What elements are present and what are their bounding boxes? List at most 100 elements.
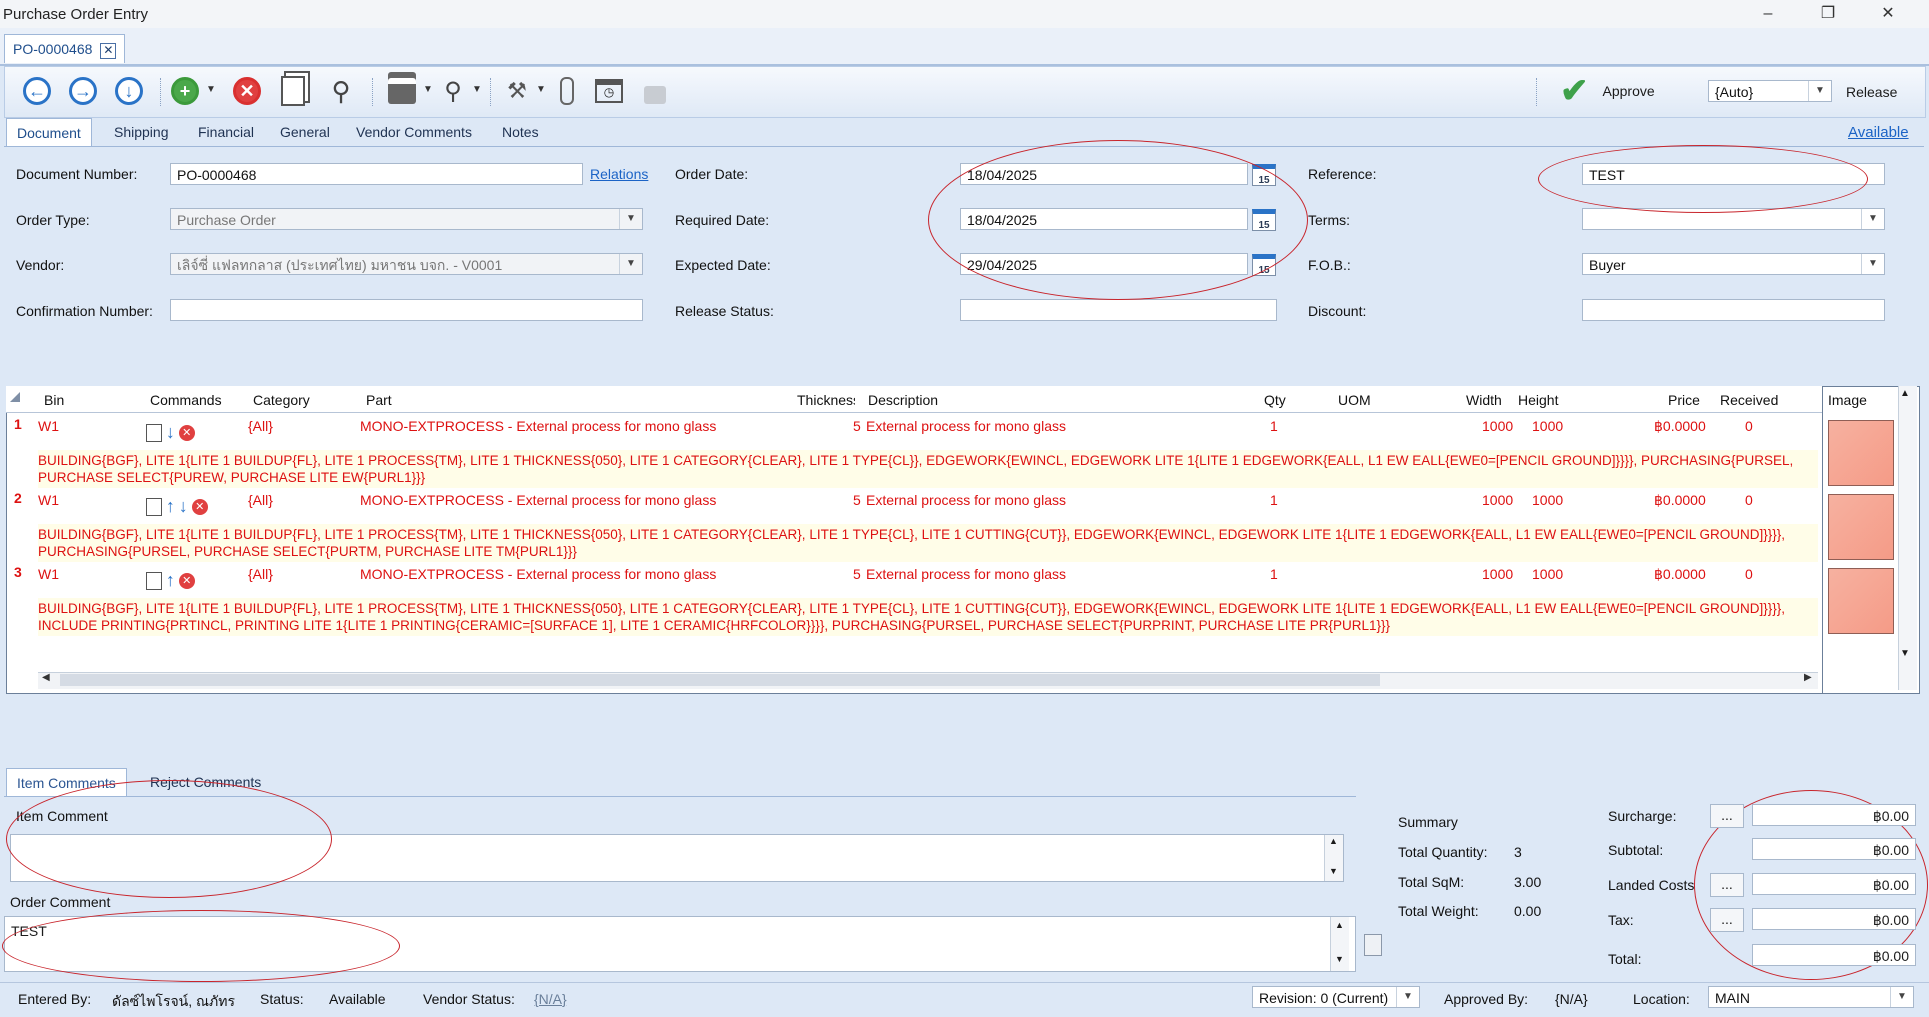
column-header-qty[interactable]: Qty <box>1264 392 1286 408</box>
row-part[interactable]: MONO-EXTPROCESS - External process for m… <box>360 566 716 582</box>
available-link[interactable]: Available <box>1848 124 1909 141</box>
column-header-received[interactable]: Received <box>1720 392 1778 408</box>
scroll-up-icon[interactable]: ▲ <box>1900 388 1910 399</box>
row-description[interactable]: External process for mono glass <box>866 492 1066 508</box>
total-field[interactable]: ฿0.00 <box>1752 944 1916 966</box>
close-tab-icon[interactable]: ✕ <box>100 43 117 59</box>
column-header-width[interactable]: Width <box>1466 392 1502 408</box>
row-description[interactable]: External process for mono glass <box>866 566 1066 582</box>
tools-dropdown-icon[interactable]: ▼ <box>536 84 546 95</box>
preview-dropdown-icon[interactable]: ▼ <box>472 84 482 95</box>
subtotal-field[interactable]: ฿0.00 <box>1752 838 1916 860</box>
relations-link[interactable]: Relations <box>590 166 648 182</box>
tab-general[interactable]: General <box>270 118 340 146</box>
attach-button[interactable] <box>550 74 584 108</box>
row-thickness[interactable]: 5 <box>853 566 861 582</box>
delete-line-icon[interactable]: ✕ <box>178 424 195 441</box>
row-price[interactable]: ฿0.0000 <box>1654 566 1706 583</box>
row-bin[interactable]: W1 <box>38 492 59 508</box>
delete-line-icon[interactable]: ✕ <box>191 498 208 515</box>
surcharge-button[interactable]: ... <box>1710 804 1744 828</box>
document-tab[interactable]: PO-0000468 ✕ <box>4 34 126 63</box>
download-button[interactable]: ↓ <box>112 74 146 108</box>
delete-line-icon[interactable]: ✕ <box>178 572 195 589</box>
row-width[interactable]: 1000 <box>1482 566 1513 582</box>
tab-notes[interactable]: Notes <box>492 118 549 146</box>
row-price[interactable]: ฿0.0000 <box>1654 418 1706 435</box>
minimize-button[interactable]: – <box>1745 2 1791 26</box>
arrow-up-icon[interactable]: ↑ <box>166 570 175 591</box>
release-button[interactable]: Release <box>1846 84 1897 100</box>
row-height[interactable]: 1000 <box>1532 566 1563 582</box>
line-image-thumbnail[interactable] <box>1828 420 1894 486</box>
image-vertical-scrollbar[interactable] <box>1898 386 1917 690</box>
tab-vendor-comments[interactable]: Vendor Comments <box>346 118 482 146</box>
row-width[interactable]: 1000 <box>1482 492 1513 508</box>
scroll-down-icon[interactable]: ▼ <box>1335 954 1344 964</box>
location-select[interactable]: MAIN ▼ <box>1708 986 1914 1008</box>
row-qty[interactable]: 1 <box>1270 492 1278 508</box>
line-image-thumbnail[interactable] <box>1828 494 1894 560</box>
copy-line-icon[interactable] <box>146 423 162 442</box>
add-dropdown-icon[interactable]: ▼ <box>206 84 216 95</box>
column-header-description[interactable]: Description <box>868 392 938 408</box>
row-price[interactable]: ฿0.0000 <box>1654 492 1706 509</box>
tax-field[interactable]: ฿0.00 <box>1752 908 1916 930</box>
release-mode-select[interactable]: {Auto} ▼ <box>1708 80 1832 102</box>
arrow-down-icon[interactable]: ↓ <box>179 496 188 517</box>
copy-line-icon[interactable] <box>146 497 162 516</box>
row-received[interactable]: 0 <box>1745 418 1753 434</box>
scroll-right-icon[interactable]: ▶ <box>1804 672 1812 683</box>
landed-costs-field[interactable]: ฿0.00 <box>1752 873 1916 895</box>
tab-shipping[interactable]: Shipping <box>104 118 179 146</box>
row-qty[interactable]: 1 <box>1270 566 1278 582</box>
scroll-down-icon[interactable]: ▼ <box>1900 648 1910 659</box>
row-category[interactable]: {All} <box>248 492 273 508</box>
row-received[interactable]: 0 <box>1745 566 1753 582</box>
row-width[interactable]: 1000 <box>1482 418 1513 434</box>
add-button[interactable]: + <box>168 74 202 108</box>
row-received[interactable]: 0 <box>1745 492 1753 508</box>
scrollbar-thumb[interactable] <box>60 674 1380 686</box>
notepad-icon[interactable] <box>1364 934 1382 956</box>
row-height[interactable]: 1000 <box>1532 418 1563 434</box>
column-header-commands[interactable]: Commands <box>150 392 222 408</box>
discount-field[interactable] <box>1582 299 1885 321</box>
line-image-thumbnail[interactable] <box>1828 568 1894 634</box>
lock-button[interactable] <box>638 74 672 108</box>
select-all-corner-icon[interactable] <box>10 392 20 402</box>
column-header-uom[interactable]: UOM <box>1338 392 1371 408</box>
fob-select[interactable]: Buyer ▼ <box>1582 253 1885 275</box>
arrow-down-icon[interactable]: ↓ <box>166 422 175 443</box>
approve-button[interactable]: ✔ Approve <box>1560 72 1655 110</box>
row-description[interactable]: External process for mono glass <box>866 418 1066 434</box>
surcharge-field[interactable]: ฿0.00 <box>1752 804 1916 826</box>
landed-costs-button[interactable]: ... <box>1710 873 1744 897</box>
column-header-thickness[interactable]: Thickness <box>797 392 855 408</box>
preview-button[interactable]: ⚲ <box>436 74 470 108</box>
column-header-bin[interactable]: Bin <box>44 392 64 408</box>
tab-document[interactable]: Document <box>6 118 92 147</box>
column-header-height[interactable]: Height <box>1518 392 1558 408</box>
release-status-field[interactable] <box>960 299 1277 321</box>
column-header-price[interactable]: Price <box>1668 392 1700 408</box>
vendor-select[interactable]: เลิจ์ซี่ แฟลทกลาส (ประเทศไทย) มหาชน บจก.… <box>170 253 643 275</box>
row-bin[interactable]: W1 <box>38 566 59 582</box>
scroll-up-icon[interactable]: ▲ <box>1335 920 1344 930</box>
row-category[interactable]: {All} <box>248 566 273 582</box>
forward-button[interactable]: → <box>66 74 100 108</box>
scroll-left-icon[interactable]: ◀ <box>42 672 50 683</box>
print-dropdown-icon[interactable]: ▼ <box>423 84 433 95</box>
row-thickness[interactable]: 5 <box>853 418 861 434</box>
row-part[interactable]: MONO-EXTPROCESS - External process for m… <box>360 492 716 508</box>
row-qty[interactable]: 1 <box>1270 418 1278 434</box>
arrow-up-icon[interactable]: ↑ <box>166 496 175 517</box>
row-thickness[interactable]: 5 <box>853 492 861 508</box>
vendor-status-value[interactable]: {N/A} <box>534 991 567 1007</box>
document-number-field[interactable]: PO-0000468 <box>170 163 583 185</box>
order-type-select[interactable]: Purchase Order ▼ <box>170 208 643 230</box>
tab-financial[interactable]: Financial <box>188 118 264 146</box>
back-button[interactable]: ← <box>20 74 54 108</box>
row-bin[interactable]: W1 <box>38 418 59 434</box>
row-category[interactable]: {All} <box>248 418 273 434</box>
